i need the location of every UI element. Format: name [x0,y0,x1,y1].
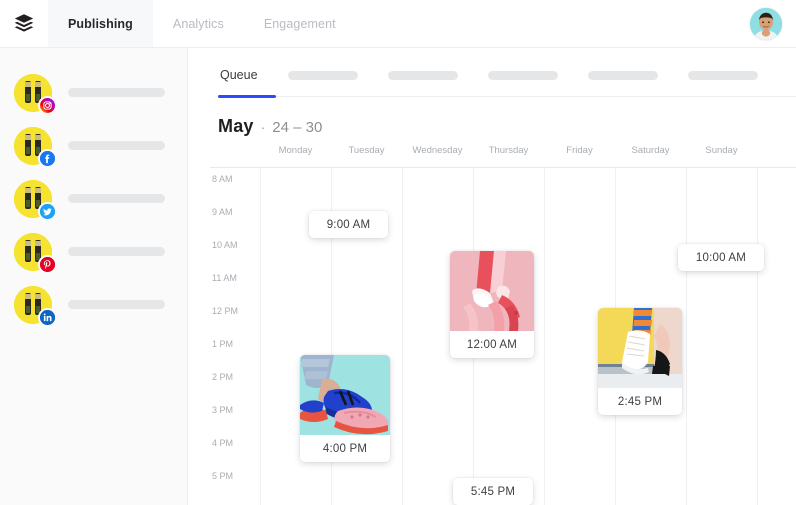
post-time-label: 10:00 AM [678,244,764,271]
post-card-saturday-245pm[interactable]: 2:45 PM [598,308,682,415]
account-avatar-linkedin [14,285,57,327]
tab-placeholder-5[interactable] [687,71,758,80]
day-header-wednesday: Wednesday [412,145,463,156]
page-title-range: 24 – 30 [272,119,323,136]
time-label-11am: 11 AM [212,273,237,283]
day-header-tuesday: Tuesday [348,145,385,156]
time-label-3pm: 3 PM [212,405,234,415]
account-name-placeholder [68,194,165,203]
nav-tab-analytics[interactable]: Analytics [153,0,244,47]
time-label-4pm: 4 PM [212,438,234,448]
time-label-12pm: 12 PM [212,306,239,316]
accounts-sidebar [0,48,188,505]
nav-tab-engagement-label: Engagement [263,16,336,31]
nav-tab-analytics-label: Analytics [172,16,224,31]
column-line-0 [260,168,261,505]
time-label-9am: 9 AM [212,207,233,217]
time-axis: 8 AM 9 AM 10 AM 11 AM 12 PM 1 PM 2 PM 3 … [210,168,260,505]
tab-queue[interactable]: Queue [220,68,258,92]
post-time-label: 9:00 AM [309,211,388,238]
tab-placeholder-2[interactable] [387,71,458,80]
avatar-photo [750,7,782,40]
main-content-area: Queue May · 24 – 30 Monday Tuesday Wedne… [188,48,796,505]
time-label-2pm: 2 PM [212,372,234,382]
post-card-tuesday-4pm[interactable]: 4:00 PM [300,355,390,462]
post-image-teal-blue-pink-sneakers [300,355,390,435]
sidebar-item-pinterest[interactable] [0,225,187,278]
calendar-grid: 8 AM 9 AM 10 AM 11 AM 12 PM 1 PM 2 PM 3 … [210,168,796,505]
title-separator: · [260,119,266,135]
twitter-icon [38,201,57,221]
post-card-sunday-10am[interactable]: 10:00 AM [678,244,764,271]
time-label-1pm: 1 PM [212,339,234,349]
time-label-8am: 8 AM [212,174,233,184]
day-header-thursday: Thursday [488,145,529,156]
column-line-6 [686,168,687,505]
day-header-friday: Friday [566,145,593,156]
content-tab-bar: Queue [188,62,796,98]
day-header-sunday: Sunday [705,145,738,156]
top-navigation-bar: Publishing Analytics Engagement [0,0,796,48]
instagram-icon [38,95,57,115]
sidebar-item-facebook[interactable] [0,119,187,172]
account-avatar-facebook [14,126,57,168]
account-name-placeholder [68,247,165,256]
topbar-right-section [750,0,796,47]
account-name-placeholder [68,88,165,97]
calendar-day-headers: Monday Tuesday Wednesday Thursday Friday… [260,145,757,167]
sidebar-item-twitter[interactable] [0,172,187,225]
post-artwork [598,308,682,388]
nav-tab-publishing-label: Publishing [68,16,133,31]
facebook-icon [38,148,57,168]
tab-placeholder-3[interactable] [487,71,558,80]
post-time-label: 2:45 PM [598,388,682,415]
day-header-monday: Monday [278,145,313,156]
post-time-label: 4:00 PM [300,435,390,462]
user-avatar[interactable] [750,7,782,40]
post-image-yellow-white-sneaker-heel [598,308,682,388]
column-line-7 [757,168,758,505]
column-line-2 [402,168,403,505]
account-name-placeholder [68,141,165,150]
tab-placeholder-1[interactable] [287,71,358,80]
time-label-10am: 10 AM [212,240,238,250]
nav-tab-publishing[interactable]: Publishing [48,0,153,47]
column-line-4 [544,168,545,505]
post-artwork [450,251,534,331]
account-avatar-twitter [14,179,57,221]
sidebar-item-linkedin[interactable] [0,278,187,331]
main-nav-tabs: Publishing Analytics Engagement [48,0,356,47]
post-artwork [300,355,390,435]
post-image-pink-legs-sneakers [450,251,534,331]
tab-active-indicator [218,95,276,98]
post-card-thursday-545pm[interactable]: 5:45 PM [453,478,533,505]
account-avatar-pinterest [14,232,57,274]
buffer-stacked-layers-icon [14,13,34,32]
nav-tab-engagement[interactable]: Engagement [244,0,356,47]
app-logo[interactable] [0,0,48,47]
page-title-month: May [218,116,254,136]
tab-placeholder-4[interactable] [587,71,658,80]
account-avatar-instagram [14,73,57,115]
time-label-5pm: 5 PM [212,471,234,481]
week-calendar: Monday Tuesday Wednesday Thursday Friday… [210,145,796,505]
post-time-label: 12:00 AM [450,331,534,358]
sidebar-item-instagram[interactable] [0,66,187,119]
linkedin-icon [38,307,57,327]
account-name-placeholder [68,300,165,309]
pinterest-icon [38,254,57,274]
tab-queue-label: Queue [220,68,258,82]
calendar-date-title: May · 24 – 30 [218,116,796,137]
post-card-thursday-12am[interactable]: 12:00 AM [450,251,534,358]
app-window: Publishing Analytics Engagement Queue Ma… [0,0,796,505]
day-header-saturday: Saturday [631,145,670,156]
post-card-tuesday-9am[interactable]: 9:00 AM [309,211,388,238]
post-time-label: 5:45 PM [453,478,533,505]
tab-bar-divider [218,96,796,97]
